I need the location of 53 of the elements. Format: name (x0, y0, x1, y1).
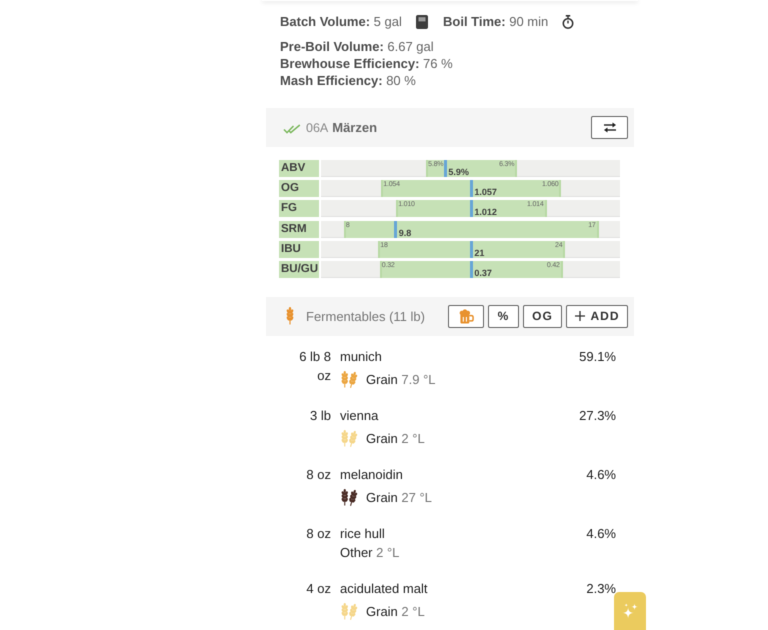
ingredient-type: Other 2 °L (340, 544, 400, 562)
stat-label: BU/GU (279, 260, 319, 278)
stat-label: SRM (279, 220, 319, 238)
add-button[interactable]: ADD (566, 304, 628, 328)
ingredient-percent: 4.6% (586, 466, 616, 484)
view-toggle-button[interactable]: % (488, 304, 519, 328)
ingredient-name[interactable]: melanoidin (340, 464, 403, 484)
beer-mug-button[interactable] (448, 304, 484, 328)
value-label: 5.9% (448, 168, 469, 177)
swap-icon (602, 122, 616, 133)
summary-stat: Mash Efficiency: 80 % (280, 72, 417, 89)
value-label: 1.057 (474, 188, 497, 198)
ingredient-type: Grain 7.9 °L (366, 370, 436, 389)
stat-label: FG (279, 200, 319, 218)
wheat-icon (285, 307, 295, 326)
style-name: Märzen (332, 120, 378, 135)
summary-stat: Pre-Boil Volume: 6.67 gal (280, 38, 435, 55)
ingredient-percent: 59.1% (579, 348, 616, 366)
stat-label: IBU (279, 240, 319, 258)
ingredient-name[interactable]: vienna (340, 406, 378, 425)
swap-button[interactable] (591, 116, 628, 139)
ingredient-amount: 6 lb 8 oz (298, 348, 331, 385)
value-label: 21 (474, 248, 484, 258)
ingredient-type: Grain 2 °L (366, 430, 425, 448)
ingredient-percent: 4.6% (586, 524, 616, 543)
stat-label: OG (279, 180, 319, 198)
calculator-icon[interactable] (416, 15, 428, 29)
stat-label: ABV (279, 160, 319, 177)
ingredient-percent: 2.3% (586, 580, 616, 598)
style-code: 06A (306, 120, 328, 134)
value-label: 1.012 (474, 208, 497, 218)
value-label: 9.8 (398, 228, 412, 238)
section-title: Fermentables (11 lb) (306, 308, 425, 324)
summary-stat: Batch Volume: 5 gal (280, 13, 402, 31)
stopwatch-icon[interactable] (562, 15, 574, 29)
summary-stat: Boil Time: 90 min (443, 13, 548, 31)
ingredient-name[interactable]: munich (340, 346, 382, 366)
plus-icon (574, 311, 584, 322)
ingredient-type: Grain 27 °L (366, 488, 432, 507)
ingredient-name[interactable]: acidulated malt (340, 578, 428, 598)
ingredient-percent: 27.3% (579, 406, 616, 425)
ingredient-name[interactable]: rice hull (340, 524, 385, 543)
beer-mug-icon (458, 308, 474, 324)
double-check-icon (283, 124, 301, 134)
ingredient-type: Grain 2 °L (366, 602, 425, 621)
view-toggle-button[interactable]: OG (523, 304, 562, 328)
sparkle-icon (622, 603, 638, 619)
value-label: 0.37 (474, 268, 492, 278)
ingredient-amount: 4 oz (305, 580, 331, 598)
summary-stat: Brewhouse Efficiency: 76 % (280, 55, 454, 72)
ingredient-amount: 8 oz (305, 524, 331, 543)
ingredient-amount: 8 oz (305, 466, 331, 484)
ingredient-amount: 3 lb (309, 406, 331, 425)
